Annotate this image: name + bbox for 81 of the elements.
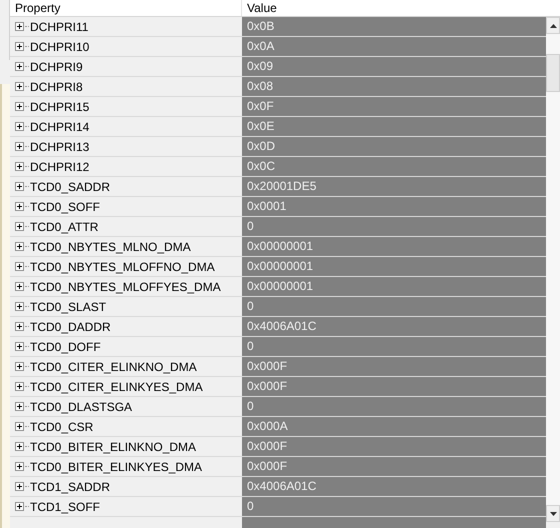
expand-icon[interactable] bbox=[15, 302, 24, 311]
expand-icon[interactable] bbox=[15, 322, 24, 331]
value-cell[interactable]: 0x08 bbox=[242, 77, 546, 96]
property-name: DCHPRI8 bbox=[30, 78, 83, 96]
value-cell[interactable]: 0 bbox=[242, 497, 546, 516]
scroll-up-icon[interactable] bbox=[550, 24, 556, 28]
property-name: TCD0_DLASTSGA bbox=[30, 398, 132, 416]
property-name: DCHPRI12 bbox=[30, 158, 90, 176]
value-cell[interactable]: 0x0A bbox=[242, 37, 546, 56]
expand-icon[interactable] bbox=[15, 482, 24, 491]
expand-icon[interactable] bbox=[15, 342, 24, 351]
property-name: DCHPRI9 bbox=[30, 58, 83, 76]
property-name: DCHPRI15 bbox=[30, 98, 90, 116]
property-name: TCD0_DADDR bbox=[30, 318, 111, 336]
property-name: TCD0_DOFF bbox=[30, 338, 101, 356]
value-cell[interactable]: 0 bbox=[242, 397, 546, 416]
value-cell[interactable]: 0 bbox=[242, 217, 546, 236]
expand-icon[interactable] bbox=[15, 82, 24, 91]
expand-icon[interactable] bbox=[15, 162, 24, 171]
property-name: TCD0_NBYTES_MLOFFYES_DMA bbox=[30, 278, 221, 296]
expand-icon[interactable] bbox=[15, 102, 24, 111]
value-cell[interactable]: 0x00000001 bbox=[242, 237, 546, 256]
property-name: TCD0_SLAST bbox=[30, 298, 106, 316]
value-cell[interactable]: 0x4006A01C bbox=[242, 317, 546, 336]
expand-icon[interactable] bbox=[15, 402, 24, 411]
value-cell[interactable]: 0x000F bbox=[242, 437, 546, 456]
value-cell[interactable]: 0 bbox=[242, 297, 546, 316]
expand-icon[interactable] bbox=[15, 282, 24, 291]
value-cell[interactable]: 0x0E bbox=[242, 117, 546, 136]
scrollbar[interactable] bbox=[546, 17, 560, 522]
expand-icon[interactable] bbox=[15, 242, 24, 251]
value-cell[interactable]: 0x20001DE5 bbox=[242, 177, 546, 196]
property-name: DCHPRI10 bbox=[30, 38, 90, 56]
property-name: DCHPRI14 bbox=[30, 118, 90, 136]
property-name: TCD0_CITER_ELINKYES_DMA bbox=[30, 378, 203, 396]
expand-icon[interactable] bbox=[15, 142, 24, 151]
property-name: TCD0_NBYTES_MLOFFNO_DMA bbox=[30, 258, 215, 276]
expand-icon[interactable] bbox=[15, 462, 24, 471]
property-name: TCD0_ATTR bbox=[30, 218, 98, 236]
property-name: TCD0_BITER_ELINKNO_DMA bbox=[30, 438, 196, 456]
expand-icon[interactable] bbox=[15, 262, 24, 271]
value-cell[interactable]: 0x0C bbox=[242, 157, 546, 176]
property-name: DCHPRI11 bbox=[30, 18, 88, 36]
expand-icon[interactable] bbox=[15, 422, 24, 431]
property-name: TCD1_SOFF bbox=[30, 498, 100, 516]
expand-icon[interactable] bbox=[15, 22, 24, 31]
expand-icon[interactable] bbox=[15, 222, 24, 231]
value-cell[interactable]: 0x0F bbox=[242, 97, 546, 116]
expand-icon[interactable] bbox=[15, 42, 24, 51]
expand-icon[interactable] bbox=[15, 182, 24, 191]
expand-icon[interactable] bbox=[15, 362, 24, 371]
property-name: TCD0_SADDR bbox=[30, 178, 110, 196]
expand-icon[interactable] bbox=[15, 442, 24, 451]
column-header[interactable]: Property bbox=[10, 0, 242, 16]
value-cell[interactable]: 0x000F bbox=[242, 457, 546, 476]
property-name: TCD0_BITER_ELINKYES_DMA bbox=[30, 458, 202, 476]
property-name: TCD0_SOFF bbox=[30, 198, 100, 216]
value-cell[interactable]: 0x0B bbox=[242, 17, 546, 36]
value-cell[interactable]: 0x00000001 bbox=[242, 277, 546, 296]
value-cell[interactable]: 0 bbox=[242, 337, 546, 356]
value-cell[interactable]: 0x4006A01C bbox=[242, 477, 546, 496]
value-cell[interactable]: 0x000A bbox=[242, 417, 546, 436]
expand-icon[interactable] bbox=[15, 62, 24, 71]
property-name: TCD1_SADDR bbox=[30, 478, 110, 496]
property-name: TCD0_CITER_ELINKNO_DMA bbox=[30, 358, 197, 376]
expand-icon[interactable] bbox=[15, 502, 24, 511]
expand-icon[interactable] bbox=[15, 202, 24, 211]
scrollbar-thumb[interactable] bbox=[546, 54, 560, 92]
value-cell[interactable]: 0x000F bbox=[242, 377, 546, 396]
property-name: TCD0_CSR bbox=[30, 418, 94, 436]
value-cell[interactable]: 0x0001 bbox=[242, 197, 546, 216]
scroll-down-icon[interactable] bbox=[550, 512, 556, 516]
expand-icon[interactable] bbox=[15, 382, 24, 391]
expand-icon[interactable] bbox=[15, 122, 24, 131]
value-cell[interactable]: 0x00000001 bbox=[242, 257, 546, 276]
value-cell[interactable]: 0x000F bbox=[242, 357, 546, 376]
value-cell[interactable]: 0x09 bbox=[242, 57, 546, 76]
property-name: TCD0_NBYTES_MLNO_DMA bbox=[30, 238, 191, 256]
value-cell[interactable]: 0x0D bbox=[242, 137, 546, 156]
property-name: DCHPRI13 bbox=[30, 138, 90, 156]
column-header[interactable]: Value bbox=[242, 0, 560, 16]
